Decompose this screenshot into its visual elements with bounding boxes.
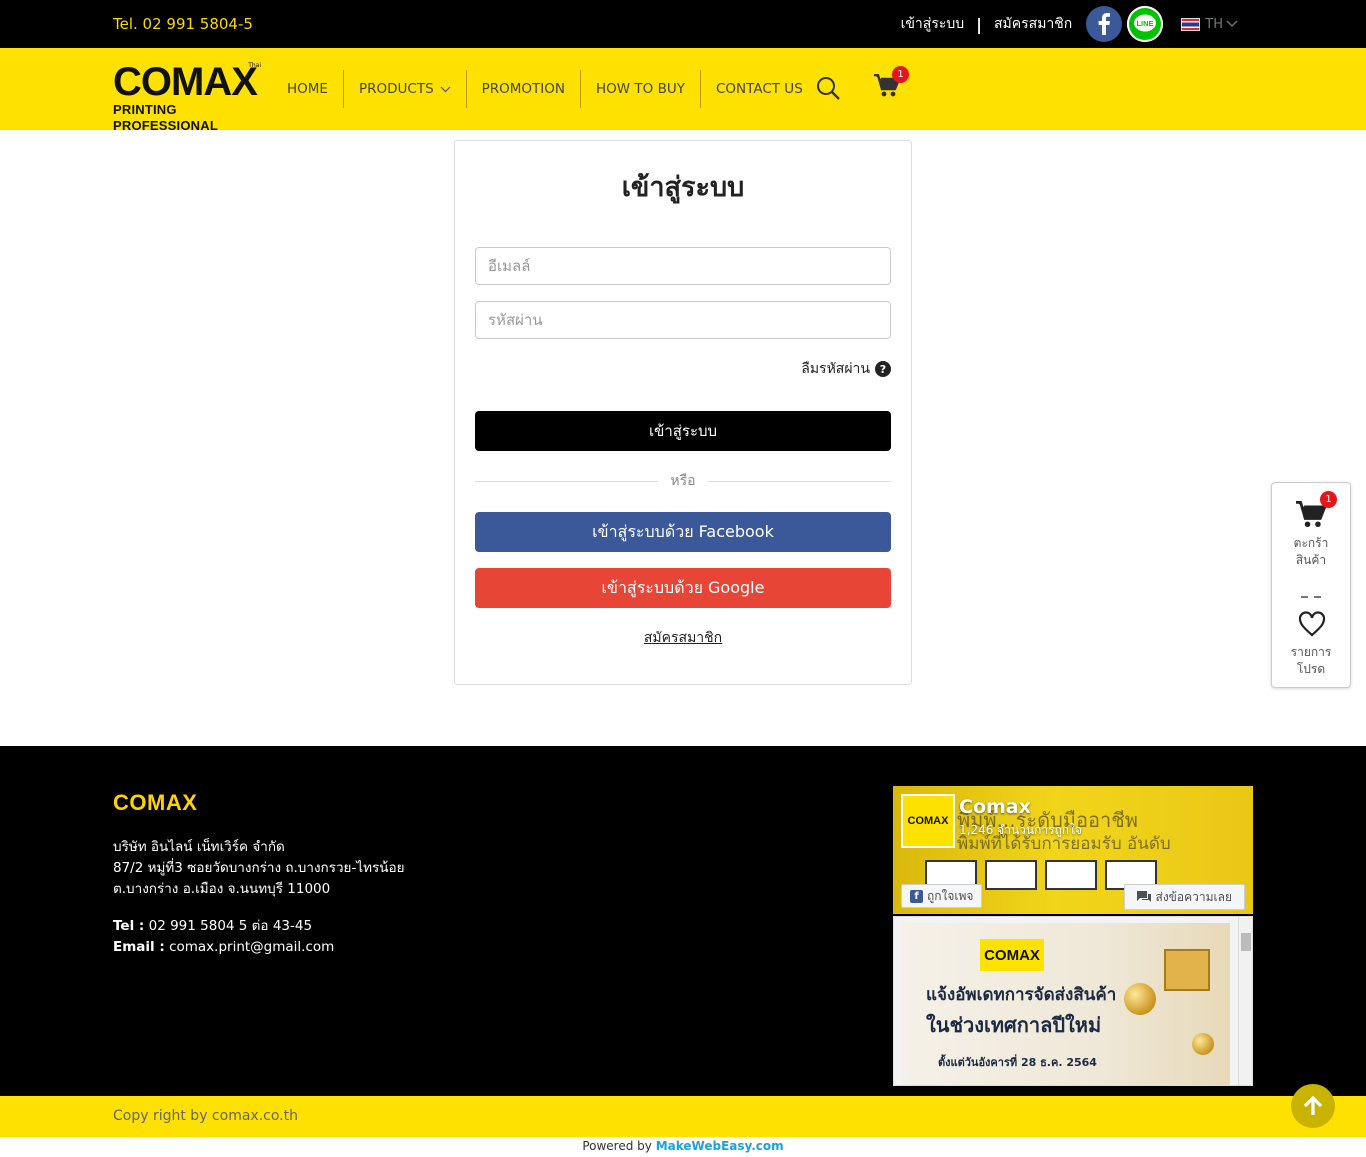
phone-number: Tel. 02 991 5804-5 [113, 15, 253, 33]
register-account-link[interactable]: สมัครสมาชิก [455, 627, 911, 649]
footer: COMAX บริษัท อินไลน์ เน็ทเวิร์ค จำกัด 87… [0, 746, 1366, 1096]
login-title: เข้าสู่ระบบ [621, 172, 745, 203]
ornament-illustration [1192, 1033, 1214, 1055]
or-label: หรือ [670, 473, 696, 489]
question-icon: ? [875, 361, 891, 377]
main-menu: HOME PRODUCTS PROMOTION HOW TO BUY CONTA… [272, 70, 818, 108]
google-login-button[interactable]: เข้าสู่ระบบด้วย Google [475, 568, 891, 608]
ornament-illustration [1124, 983, 1156, 1015]
copyright-bar: Copy right by comax.co.th [0, 1096, 1366, 1137]
post-headline: ในช่วงเทศกาลปีใหม่ [926, 1013, 1102, 1037]
top-right-links: เข้าสู่ระบบ | สมัครสมาชิก LINE TH [901, 6, 1238, 42]
gift-illustration [1164, 949, 1210, 991]
facebook-icon: f [910, 889, 923, 903]
fb-message-label: ส่งข้อความเลย [1155, 889, 1233, 904]
fb-message-button[interactable]: ส่งข้อความเลย [1123, 884, 1245, 910]
floating-side-widget: 1 ตะกร้า สินค้า รายการ โปรด [1271, 482, 1351, 688]
divider-line [475, 480, 659, 482]
fb-cover-image[interactable]: พิมพ์...ระดับมืออาชีพ พิมพ์ที่ได้รับการย… [893, 786, 1253, 914]
divider-line [707, 480, 891, 482]
arrow-up-icon [1303, 1095, 1323, 1115]
fb-like-page-button[interactable]: f ถูกใจเพจ [901, 884, 983, 908]
login-card: เข้าสู่ระบบ ลืมรหัสผ่าน ? เข้าสู่ระบบ หร… [454, 140, 912, 685]
or-divider: หรือ [475, 471, 891, 491]
language-code: TH [1205, 16, 1223, 32]
post-subtext: ตั้งแต่วันอังคารที่ 28 ธ.ค. 2564 [938, 1056, 1097, 1069]
comax-logo[interactable]: COMAX PRINTING PROFESSIONAL Thai [113, 60, 263, 133]
logo-wordmark: COMAX [113, 60, 258, 104]
message-icon [1136, 891, 1151, 902]
footer-brand: COMAX [113, 790, 198, 815]
search-icon[interactable] [816, 76, 840, 104]
logo-tagline: PRINTING PROFESSIONAL [113, 102, 218, 133]
powered-brand-link[interactable]: MakeWebEasy.com [656, 1139, 784, 1153]
menu-item-home[interactable]: HOME [272, 70, 343, 108]
menu-item-products[interactable]: PRODUCTS [342, 70, 466, 108]
password-field[interactable] [475, 301, 891, 339]
top-bar: Tel. 02 991 5804-5 เข้าสู่ระบบ | สมัครสม… [0, 0, 1366, 48]
footer-tel: 02 991 5804 5 ต่อ 43-45 [148, 918, 313, 934]
company-name: บริษัท อินไลน์ เน็ทเวิร์ค จำกัด [113, 839, 285, 855]
menu-item-contact-us[interactable]: CONTACT US [700, 70, 818, 108]
facebook-login-button[interactable]: เข้าสู่ระบบด้วย Facebook [475, 512, 891, 552]
login-link[interactable]: เข้าสู่ระบบ [901, 13, 965, 35]
powered-by: Powered by MakeWebEasy.com [0, 1139, 1366, 1153]
line-icon[interactable]: LINE [1127, 6, 1164, 42]
line-icon-label: LINE [1137, 19, 1154, 28]
side-cart-label: ตะกร้า [1293, 536, 1329, 550]
fb-widget-scrollbar[interactable] [1238, 917, 1252, 1085]
fb-page-likes: 1,246 จำนวนการถูกใจ [959, 823, 1082, 837]
side-cart-label: สินค้า [1295, 553, 1327, 567]
fb-page-avatar[interactable]: COMAX [901, 794, 955, 848]
forgot-password-label: ลืมรหัสผ่าน [801, 361, 870, 377]
side-wishlist-label: รายการ [1290, 645, 1332, 659]
chevron-down-icon [1226, 20, 1238, 27]
back-to-top-button[interactable] [1291, 1084, 1335, 1128]
logo-trademark: Thai [248, 62, 261, 69]
address-line: 87/2 หมู่ที่3 ซอยวัดบางกร่าง ถ.บางกรวย-ไ… [113, 860, 405, 876]
post-headline: แจ้งอัพเดทการจัดส่งสินค้า [926, 985, 1117, 1005]
fb-page-name[interactable]: Comax [959, 796, 1031, 818]
product-thumb [1045, 860, 1097, 890]
thai-flag-icon [1181, 17, 1201, 31]
chevron-down-icon [440, 86, 451, 92]
widget-divider [1301, 596, 1321, 598]
powered-prefix: Powered by [582, 1139, 652, 1153]
main-navbar: COMAX PRINTING PROFESSIONAL Thai HOME PR… [0, 48, 1366, 133]
menu-item-how-to-buy[interactable]: HOW TO BUY [580, 70, 700, 108]
address-line: ต.บางกร่าง อ.เมือง จ.นนทบุรี 11000 [113, 881, 331, 897]
post-logo: COMAX [980, 939, 1044, 971]
cart-count-badge: 1 [892, 66, 909, 83]
fb-timeline-post: COMAX แจ้งอัพเดทการจัดส่งสินค้า ในช่วงเท… [893, 916, 1253, 1086]
email-label: Email : [113, 939, 165, 955]
menu-item-promotion[interactable]: PROMOTION [465, 70, 580, 108]
tel-label: Tel : [113, 918, 145, 934]
footer-address: บริษัท อินไลน์ เน็ทเวิร์ค จำกัด 87/2 หมู… [113, 837, 405, 900]
side-wishlist-label: โปรด [1296, 662, 1326, 676]
scrollbar-thumb[interactable] [1241, 933, 1251, 951]
heart-icon [1298, 611, 1326, 637]
footer-email-link[interactable]: comax.print@gmail.com [169, 939, 334, 955]
login-button[interactable]: เข้าสู่ระบบ [475, 411, 891, 451]
link-separator: | [976, 14, 982, 34]
email-field[interactable] [475, 247, 891, 285]
register-link[interactable]: สมัครสมาชิก [994, 13, 1072, 35]
side-cart-badge: 1 [1320, 491, 1337, 508]
product-thumb [985, 860, 1037, 890]
facebook-page-widget: พิมพ์...ระดับมืออาชีพ พิมพ์ที่ได้รับการย… [893, 786, 1253, 1086]
language-selector[interactable]: TH [1181, 17, 1238, 32]
copyright-text: Copy right by comax.co.th [113, 1108, 298, 1124]
footer-contact: Tel : 02 991 5804 5 ต่อ 43-45 Email : co… [113, 916, 334, 958]
fb-post-image[interactable]: COMAX แจ้งอัพเดทการจัดส่งสินค้า ในช่วงเท… [902, 923, 1230, 1085]
facebook-icon[interactable] [1086, 6, 1123, 42]
forgot-password-link[interactable]: ลืมรหัสผ่าน ? [801, 358, 891, 380]
fb-like-label: ถูกใจเพจ [927, 888, 974, 903]
